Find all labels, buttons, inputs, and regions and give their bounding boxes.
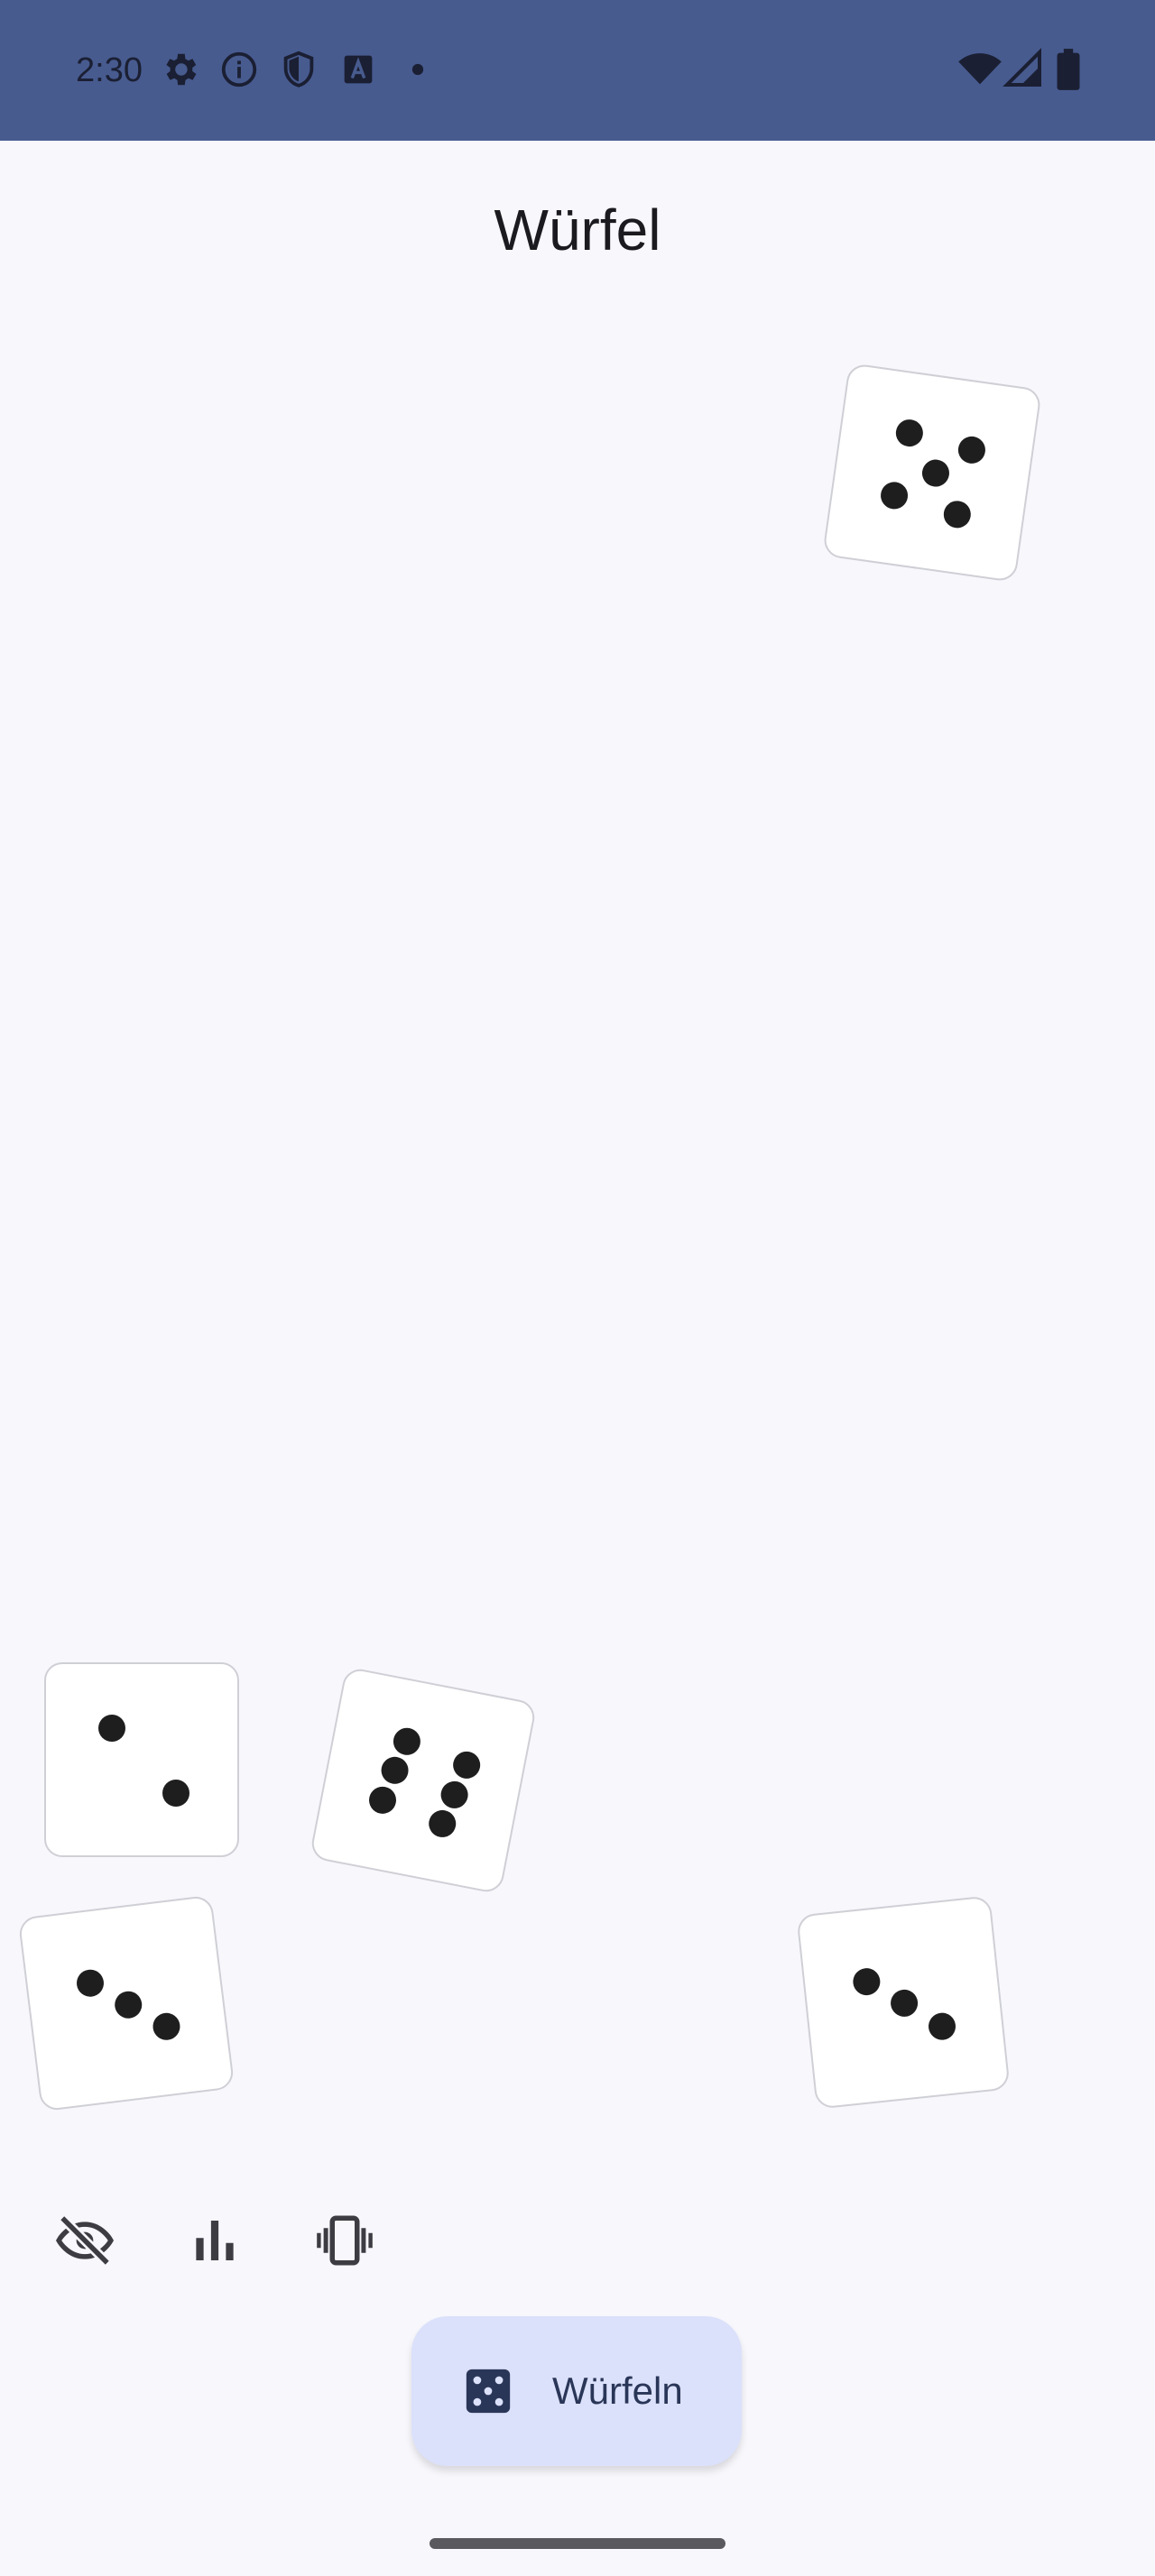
text-a-icon — [337, 49, 379, 90]
die-pip — [941, 499, 973, 530]
page-title: Würfel — [494, 198, 661, 262]
hide-button[interactable] — [49, 2204, 121, 2277]
roll-button[interactable]: Würfeln — [411, 2316, 742, 2466]
status-bar: 2:30 — [0, 0, 1155, 141]
die-pip — [893, 418, 925, 449]
gear-icon — [159, 49, 200, 90]
die-pip — [851, 1966, 882, 1997]
die-pip — [391, 1725, 423, 1758]
die-pip — [879, 480, 910, 511]
die[interactable] — [822, 363, 1042, 583]
statistics-button[interactable] — [179, 2204, 251, 2277]
die[interactable] — [17, 1894, 236, 2112]
bar-chart-icon — [185, 2211, 245, 2270]
die-pip — [378, 1754, 411, 1787]
die-pip — [151, 2011, 182, 2042]
visibility-off-icon — [55, 2211, 115, 2270]
die[interactable] — [44, 1662, 239, 1857]
battery-icon — [1049, 47, 1088, 92]
die-pip — [439, 1779, 471, 1811]
info-icon — [218, 49, 260, 90]
die-pip — [75, 1967, 106, 1999]
shield-icon — [278, 49, 319, 90]
die-pip — [920, 457, 951, 489]
die[interactable] — [309, 1666, 538, 1895]
die-pip — [113, 1990, 143, 2020]
vibration-icon — [315, 2211, 374, 2270]
vibration-button[interactable] — [309, 2204, 381, 2277]
die-pip — [98, 1715, 125, 1742]
die-pip — [889, 1988, 919, 2019]
die-pip — [162, 1780, 189, 1807]
dot-icon — [397, 49, 439, 90]
navigation-handle[interactable] — [430, 2538, 725, 2549]
roll-button-label: Würfeln — [552, 2369, 683, 2412]
signal-icon — [1002, 47, 1045, 90]
die-pip — [927, 2011, 957, 2042]
dice-icon — [462, 2365, 514, 2417]
die-pip — [450, 1749, 483, 1781]
die[interactable] — [796, 1895, 1011, 2110]
die-pip — [956, 434, 987, 465]
die-pip — [366, 1784, 399, 1817]
status-time: 2:30 — [76, 51, 143, 89]
wifi-icon — [956, 45, 1003, 92]
die-pip — [426, 1808, 458, 1840]
